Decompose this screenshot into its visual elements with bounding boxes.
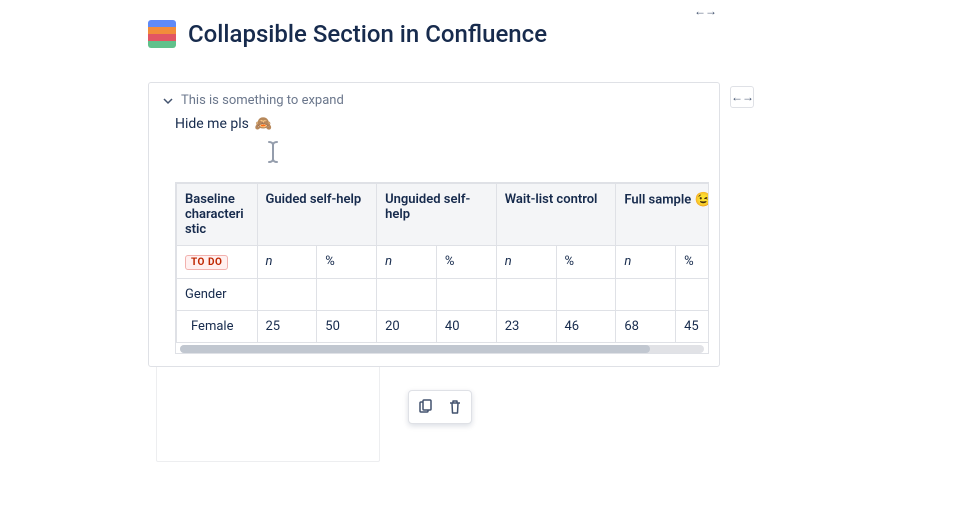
cell[interactable] bbox=[616, 279, 676, 311]
subhead-n[interactable]: n bbox=[616, 246, 676, 279]
status-lozenge-todo[interactable]: TO DO bbox=[185, 255, 228, 270]
row-label[interactable]: Gender bbox=[177, 279, 258, 311]
col-header-guided[interactable]: Guided self-help bbox=[257, 184, 377, 246]
copy-button[interactable] bbox=[411, 393, 439, 421]
wink-icon: 😉 bbox=[694, 192, 709, 208]
subhead-n[interactable]: n bbox=[257, 246, 317, 279]
cell[interactable] bbox=[436, 279, 496, 311]
table-subheader-row: TO DO n % n % n % n % bbox=[177, 246, 710, 279]
page-title[interactable]: Collapsible Section in Confluence bbox=[188, 20, 547, 48]
subhead-n[interactable]: n bbox=[496, 246, 556, 279]
cell[interactable] bbox=[257, 279, 317, 311]
cell[interactable]: 68 bbox=[616, 311, 676, 343]
cell[interactable] bbox=[676, 279, 709, 311]
trash-icon bbox=[447, 399, 463, 415]
page-title-row: Collapsible Section in Confluence bbox=[148, 20, 547, 48]
subhead-pct[interactable]: % bbox=[436, 246, 496, 279]
expand-header[interactable]: This is something to expand bbox=[159, 91, 709, 112]
cell[interactable] bbox=[377, 279, 437, 311]
chevron-down-icon[interactable] bbox=[161, 94, 175, 108]
col-header-full-text: Full sample bbox=[624, 192, 691, 207]
cell[interactable]: 45 bbox=[676, 311, 709, 343]
cell[interactable]: 23 bbox=[496, 311, 556, 343]
floating-toolbar bbox=[408, 390, 472, 424]
table-row: Female 25 50 20 40 23 46 68 45 bbox=[177, 311, 710, 343]
cell[interactable]: 50 bbox=[317, 311, 377, 343]
cell[interactable]: 40 bbox=[436, 311, 496, 343]
row-label[interactable]: Female bbox=[177, 311, 258, 343]
see-no-evil-icon: 🙈 bbox=[255, 116, 272, 132]
books-icon bbox=[148, 20, 176, 48]
subhead-n[interactable]: n bbox=[377, 246, 437, 279]
cell[interactable]: 46 bbox=[556, 311, 616, 343]
col-header-waitlist[interactable]: Wait-list control bbox=[496, 184, 616, 246]
subhead-pct[interactable]: % bbox=[676, 246, 709, 279]
page: ←→ Collapsible Section in Confluence Thi… bbox=[0, 0, 960, 523]
scrollbar-thumb[interactable] bbox=[180, 345, 650, 353]
table-row: Gender bbox=[177, 279, 710, 311]
cell[interactable]: 25 bbox=[257, 311, 317, 343]
expand-panel: This is something to expand Hide me pls … bbox=[148, 82, 720, 367]
table[interactable]: Baseline characteristic Guided self-help… bbox=[175, 182, 709, 354]
layout-width-handle[interactable]: ←→ bbox=[730, 86, 754, 108]
expand-body[interactable]: Hide me pls 🙈 bbox=[159, 112, 709, 132]
expand-body-text: Hide me pls bbox=[175, 116, 249, 132]
table-header-row: Baseline characteristic Guided self-help… bbox=[177, 184, 710, 246]
horizontal-scrollbar[interactable] bbox=[180, 345, 704, 353]
subhead-pct[interactable]: % bbox=[317, 246, 377, 279]
col-header-unguided[interactable]: Unguided self-help bbox=[377, 184, 497, 246]
col-header-baseline[interactable]: Baseline characteristic bbox=[177, 184, 258, 246]
copy-icon bbox=[417, 399, 433, 415]
status-cell[interactable]: TO DO bbox=[177, 246, 258, 279]
subhead-pct[interactable]: % bbox=[556, 246, 616, 279]
cell[interactable] bbox=[496, 279, 556, 311]
delete-button[interactable] bbox=[441, 393, 469, 421]
expand-title[interactable]: This is something to expand bbox=[181, 93, 344, 108]
cell[interactable] bbox=[556, 279, 616, 311]
cell[interactable]: 20 bbox=[377, 311, 437, 343]
column-resize-icon: ←→ bbox=[694, 4, 716, 18]
col-header-full[interactable]: Full sample 😉 bbox=[616, 184, 709, 246]
cell[interactable] bbox=[317, 279, 377, 311]
text-cursor-icon bbox=[264, 140, 282, 164]
